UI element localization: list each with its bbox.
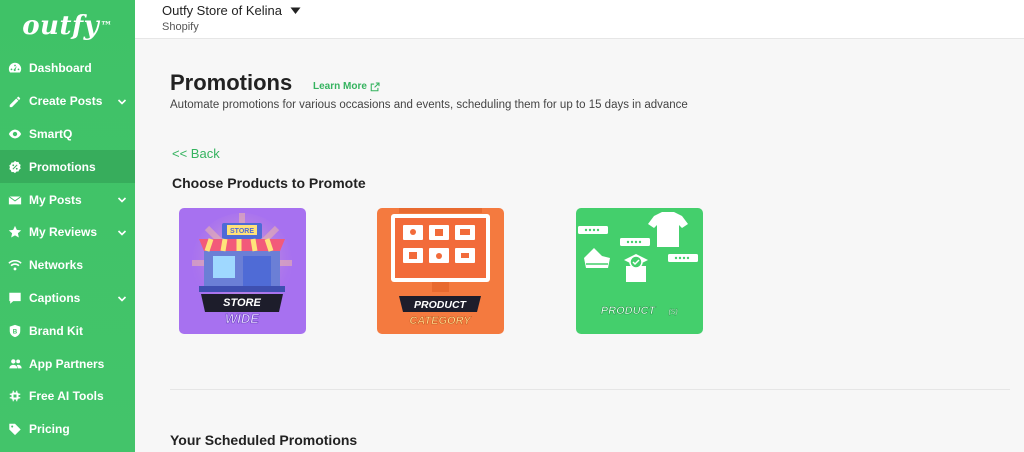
caret-down-icon	[290, 3, 301, 18]
card-line2: WIDE	[225, 311, 259, 326]
store-name: Outfy Store of Kelina	[162, 3, 282, 18]
chat-icon	[7, 290, 23, 306]
sidebar-item-label: Captions	[29, 290, 81, 305]
shield-icon: B	[7, 323, 23, 339]
percent-badge-icon	[7, 159, 23, 175]
chevron-down-icon	[117, 227, 127, 241]
pencil-icon	[7, 93, 23, 109]
chevron-down-icon	[117, 293, 127, 307]
sidebar: outfy ™ Dashboard Create Posts SmartQ Pr…	[0, 0, 135, 452]
sidebar-item-label: Dashboard	[29, 61, 92, 76]
outfy-logo[interactable]: outfy ™	[0, 0, 135, 52]
monitor-illustration: PRODUCT CATEGORY	[391, 208, 490, 327]
sidebar-item-label: Networks	[29, 258, 84, 273]
sidebar-item-label: Promotions	[29, 159, 96, 174]
sidebar-item-label: SmartQ	[29, 126, 73, 141]
envelope-icon	[7, 192, 23, 208]
chevron-down-icon	[117, 194, 127, 208]
sidebar-item-captions[interactable]: Captions	[0, 282, 135, 315]
sidebar-item-smartq[interactable]: SmartQ	[0, 118, 135, 151]
sidebar-item-create-posts[interactable]: Create Posts	[0, 85, 135, 118]
section-divider	[170, 389, 1010, 390]
sidebar-item-free-ai-tools[interactable]: Free AI Tools	[0, 380, 135, 413]
sidebar-item-app-partners[interactable]: App Partners	[0, 347, 135, 380]
card-line1: STORE	[223, 297, 261, 309]
page-title: Promotions	[170, 70, 293, 95]
tag-icon	[7, 421, 23, 437]
back-link[interactable]: << Back	[172, 146, 220, 161]
card-line2: CATEGORY	[409, 315, 472, 327]
section-heading: Choose Products to Promote	[172, 175, 366, 191]
sidebar-item-my-posts[interactable]: My Posts	[0, 183, 135, 216]
sidebar-item-networks[interactable]: Networks	[0, 249, 135, 282]
svg-text:B: B	[13, 328, 18, 335]
users-icon	[7, 356, 23, 372]
logo-text: outfy	[22, 11, 100, 41]
store-illustration: STORE STORE WIDE	[192, 213, 292, 326]
sidebar-item-my-reviews[interactable]: My Reviews	[0, 216, 135, 249]
sidebar-item-label: My Posts	[29, 192, 82, 207]
products-illustration: PRODUCT (S)	[578, 212, 698, 317]
sidebar-item-label: Create Posts	[29, 94, 103, 109]
smartq-icon	[7, 126, 23, 142]
learn-more-label: Learn More	[313, 81, 367, 92]
sidebar-item-label: Pricing	[29, 422, 70, 437]
chip-icon	[7, 388, 23, 404]
product-category-card[interactable]: PRODUCT CATEGORY	[377, 208, 504, 334]
sidebar-item-label: App Partners	[29, 356, 105, 371]
topbar: Outfy Store of Kelina Shopify	[135, 0, 1024, 39]
card-line1: PRODUCT	[414, 299, 468, 311]
sidebar-item-brand-kit[interactable]: B Brand Kit	[0, 314, 135, 347]
products-card[interactable]: PRODUCT (S)	[576, 208, 703, 334]
card-line2: (S)	[668, 309, 678, 316]
external-link-icon	[370, 81, 380, 91]
speedometer-icon	[7, 60, 23, 76]
learn-more-link[interactable]: Learn More	[313, 81, 380, 92]
store-platform: Shopify	[162, 21, 199, 33]
sidebar-item-dashboard[interactable]: Dashboard	[0, 52, 135, 85]
sidebar-item-pricing[interactable]: Pricing	[0, 413, 135, 446]
sidebar-item-label: Free AI Tools	[29, 389, 104, 404]
scheduled-promotions-heading: Your Scheduled Promotions	[170, 432, 358, 448]
star-icon	[7, 224, 23, 240]
page-subtitle: Automate promotions for various occasion…	[170, 99, 688, 111]
sidebar-nav: Dashboard Create Posts SmartQ Promotions	[0, 52, 135, 446]
logo-tm: ™	[100, 19, 113, 33]
sidebar-item-promotions[interactable]: Promotions	[0, 150, 135, 184]
sidebar-item-label: Brand Kit	[29, 323, 83, 338]
chevron-down-icon	[117, 96, 127, 110]
store-wide-card[interactable]: STORE STORE WIDE	[179, 208, 306, 334]
card-line1: PRODUCT	[601, 305, 657, 317]
sidebar-item-label: My Reviews	[29, 225, 98, 240]
wifi-icon	[7, 257, 23, 273]
store-sign-text: STORE	[230, 228, 254, 235]
store-selector[interactable]: Outfy Store of Kelina	[162, 3, 301, 18]
